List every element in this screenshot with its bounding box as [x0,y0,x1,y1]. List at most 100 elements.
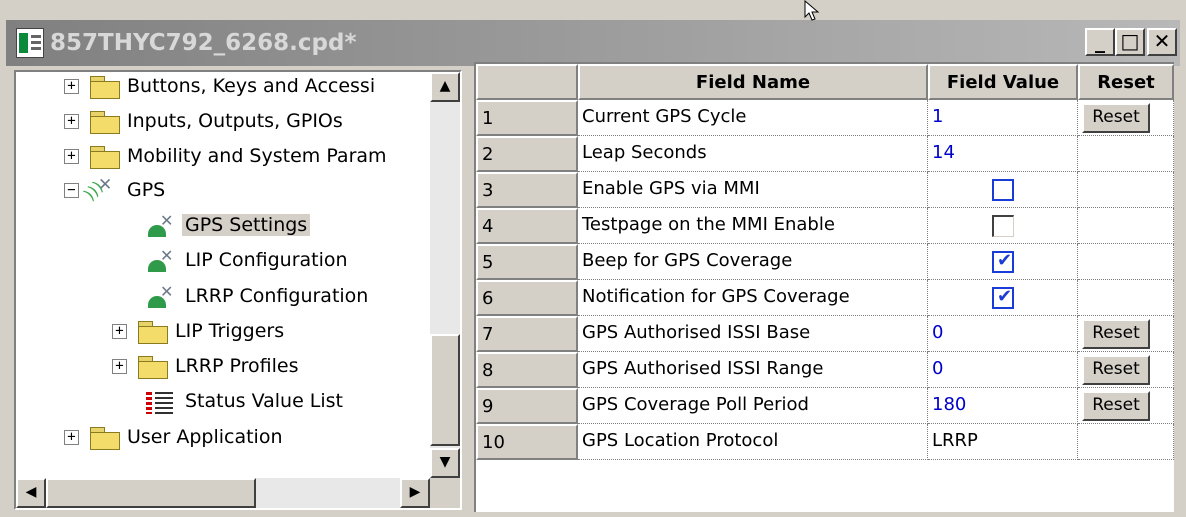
scrollbar-thumb[interactable] [46,478,256,508]
tree-item-label: GPS [127,179,166,201]
row-header[interactable]: 3 [476,172,578,208]
satellite-icon [146,211,176,239]
grid-corner-header[interactable] [476,64,578,100]
field-name-cell: GPS Authorised ISSI Base [578,316,928,352]
close-button[interactable]: ✕ [1147,28,1177,56]
field-value-cell [928,172,1078,208]
tree-item-label: Inputs, Outputs, GPIOs [127,110,343,132]
reset-cell [1078,280,1174,316]
codeplug-tree: + Buttons, Keys and Accessi + Inputs, Ou… [14,70,462,510]
field-name-cell: Testpage on the MMI Enable [578,208,928,244]
reset-cell [1078,208,1174,244]
reset-cell: Reset [1078,352,1174,388]
expand-icon[interactable]: + [112,359,127,374]
field-name-cell: GPS Coverage Poll Period [578,388,928,424]
expand-icon[interactable]: + [112,324,127,339]
folder-icon [138,356,168,379]
title-bar[interactable]: 857THYC792_6268.cpd* _ □ ✕ [6,20,1180,66]
scroll-up-arrow-icon[interactable]: ▲ [430,72,460,102]
collapse-icon[interactable]: − [64,183,79,198]
reset-cell [1078,424,1174,460]
tree-item-label: Buttons, Keys and Accessi [127,75,376,97]
reset-cell: Reset [1078,100,1174,136]
field-name-cell: Leap Seconds [578,136,928,172]
scroll-down-arrow-icon[interactable]: ▼ [430,448,460,478]
reset-button[interactable]: Reset [1082,103,1150,133]
scrollbar-thumb[interactable] [430,334,460,446]
mouse-cursor-icon [804,0,820,21]
folder-icon [90,427,120,450]
folder-icon [90,76,120,99]
window-title: 857THYC792_6268.cpd* [50,30,357,56]
reset-button[interactable]: Reset [1082,391,1150,421]
folder-icon [90,111,120,134]
tree-item-label: LIP Configuration [185,249,348,271]
row-header[interactable]: 1 [476,100,578,136]
field-value-cell[interactable]: 0 [928,316,1078,352]
field-value-cell[interactable]: LRRP [928,424,1078,460]
expand-icon[interactable]: + [64,114,79,129]
scrollbar-corner [430,478,460,508]
enable-gps-checkbox[interactable] [992,179,1014,201]
field-name-cell: Enable GPS via MMI [578,172,928,208]
reset-cell [1078,136,1174,172]
tree-item-label: LRRP Configuration [185,285,369,307]
scroll-right-arrow-icon[interactable]: ▶ [400,478,430,508]
field-name-cell: Beep for GPS Coverage [578,244,928,280]
field-value-cell[interactable]: 0 [928,352,1078,388]
tree-item-label: LRRP Profiles [175,355,299,377]
field-value-cell: ✔ [928,244,1078,280]
scroll-left-arrow-icon[interactable]: ◀ [16,478,46,508]
row-header[interactable]: 2 [476,136,578,172]
cpd-file-icon [16,28,44,58]
field-value-cell[interactable]: 180 [928,388,1078,424]
list-icon [146,390,176,416]
maximize-button[interactable]: □ [1115,28,1145,56]
expand-icon[interactable]: + [64,79,79,94]
tree-horizontal-scrollbar[interactable]: ◀ ▶ [16,478,430,508]
tree-item-label: Status Value List [185,390,344,412]
field-value-cell: ✔ [928,280,1078,316]
field-name-cell: GPS Authorised ISSI Range [578,352,928,388]
app-window: 857THYC792_6268.cpd* _ □ ✕ + Buttons, Ke… [0,0,1186,517]
beep-gps-coverage-checkbox[interactable]: ✔ [992,251,1014,273]
folder-icon [90,146,120,169]
reset-cell: Reset [1078,316,1174,352]
tree-item-label: User Application [127,426,283,448]
field-name-cell: GPS Location Protocol [578,424,928,460]
reset-cell [1078,244,1174,280]
testpage-enable-checkbox[interactable] [992,215,1014,237]
row-header[interactable]: 6 [476,280,578,316]
row-header[interactable]: 10 [476,424,578,460]
row-header[interactable]: 7 [476,316,578,352]
column-header-field-name[interactable]: Field Name [578,64,928,100]
reset-cell: Reset [1078,388,1174,424]
expand-icon[interactable]: + [64,149,79,164]
minimize-button[interactable]: _ [1085,28,1115,56]
row-header[interactable]: 9 [476,388,578,424]
tree-item-label: Mobility and System Param [127,145,387,167]
satellite-icon [146,246,176,274]
checkmark-icon: ✔ [997,250,1013,271]
reset-button[interactable]: Reset [1082,355,1150,385]
reset-button[interactable]: Reset [1082,319,1150,349]
satellite-icon [146,282,176,310]
reset-cell [1078,172,1174,208]
tree-vertical-scrollbar[interactable]: ▲ ▼ [430,72,460,478]
column-header-field-value[interactable]: Field Value [928,64,1078,100]
gps-icon [84,175,118,205]
field-name-cell: Notification for GPS Coverage [578,280,928,316]
row-header[interactable]: 4 [476,208,578,244]
notification-gps-coverage-checkbox[interactable]: ✔ [992,287,1014,309]
row-header[interactable]: 8 [476,352,578,388]
field-grid: Field Name Field Value Reset 1 Current G… [474,62,1174,512]
field-name-cell: Current GPS Cycle [578,100,928,136]
field-value-cell[interactable]: 1 [928,100,1078,136]
column-header-reset[interactable]: Reset [1078,64,1174,100]
row-header[interactable]: 5 [476,244,578,280]
expand-icon[interactable]: + [64,430,79,445]
folder-icon [138,321,168,344]
field-value-cell[interactable]: 14 [928,136,1078,172]
checkmark-icon: ✔ [997,286,1013,307]
tree-item-label: GPS Settings [182,214,311,236]
